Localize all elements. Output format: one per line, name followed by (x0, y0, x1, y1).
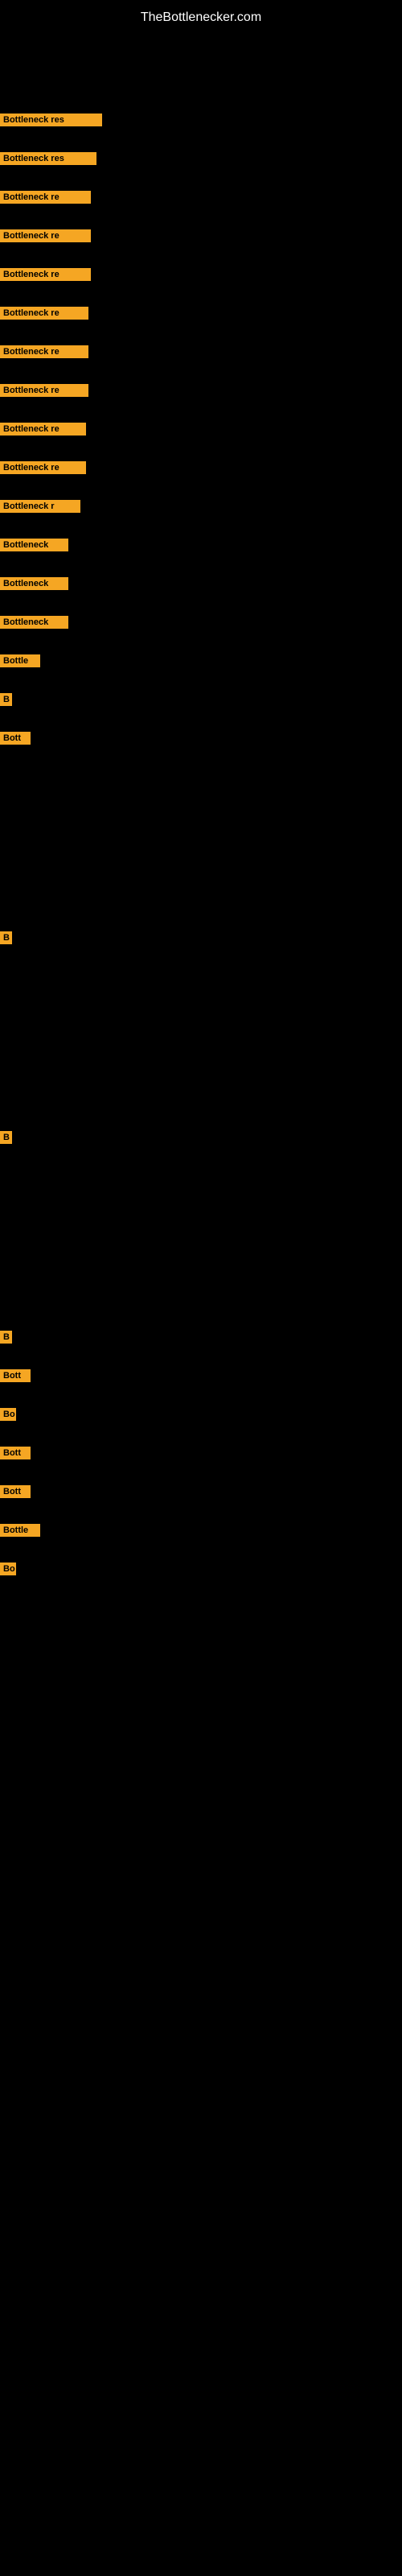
bottleneck-label-11: Bottleneck r (0, 500, 80, 513)
bottleneck-label-8: Bottleneck re (0, 384, 88, 397)
bottleneck-label-9: Bottleneck re (0, 423, 86, 436)
bottleneck-label-4: Bottleneck re (0, 229, 91, 242)
bottleneck-label-12: Bottleneck (0, 539, 68, 551)
bottleneck-label-1: Bottleneck res (0, 114, 102, 126)
bottleneck-label-22: Bo (0, 1408, 16, 1421)
bottleneck-label-10: Bottleneck re (0, 461, 86, 474)
bottleneck-label-15: Bottle (0, 654, 40, 667)
bottleneck-label-17: Bott (0, 732, 31, 745)
bottleneck-label-5: Bottleneck re (0, 268, 91, 281)
bottleneck-label-26: Bo (0, 1563, 16, 1575)
bottleneck-label-18: B (0, 931, 12, 944)
bottleneck-label-2: Bottleneck res (0, 152, 96, 165)
bottleneck-label-23: Bott (0, 1447, 31, 1459)
bottleneck-label-16: B (0, 693, 12, 706)
bottleneck-label-19: B (0, 1131, 12, 1144)
bottleneck-label-25: Bottle (0, 1524, 40, 1537)
bottleneck-label-21: Bott (0, 1369, 31, 1382)
bottleneck-label-24: Bott (0, 1485, 31, 1498)
bottleneck-label-6: Bottleneck re (0, 307, 88, 320)
bottleneck-label-13: Bottleneck (0, 577, 68, 590)
bottleneck-label-20: B (0, 1331, 12, 1344)
bottleneck-label-7: Bottleneck re (0, 345, 88, 358)
site-title: TheBottlenecker.com (0, 4, 402, 31)
bottleneck-label-3: Bottleneck re (0, 191, 91, 204)
bottleneck-label-14: Bottleneck (0, 616, 68, 629)
